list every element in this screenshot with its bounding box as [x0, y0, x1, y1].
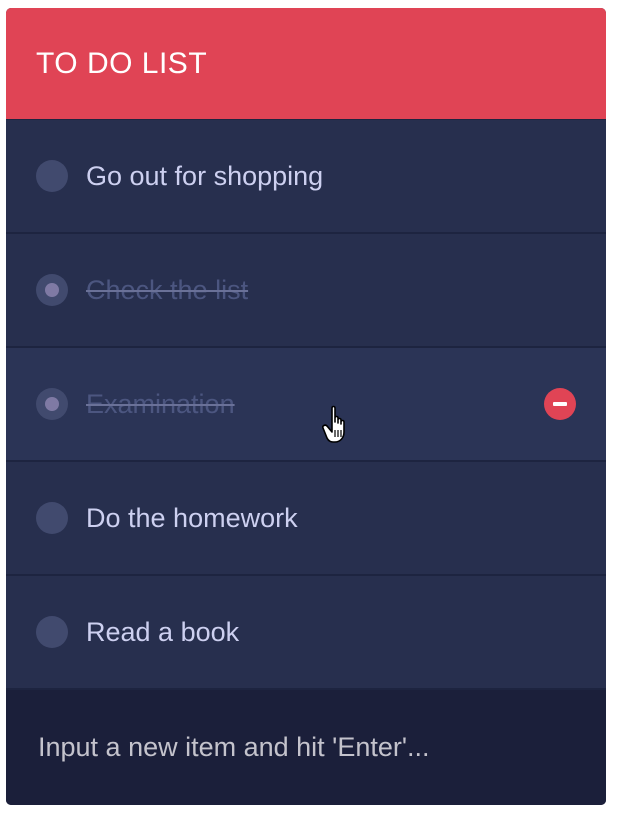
- item-label: Go out for shopping: [86, 160, 324, 191]
- header: TO DO LIST: [6, 8, 606, 120]
- todo-list: Go out for shopping Check the list Exami…: [6, 120, 606, 690]
- hand-pointer-icon: [322, 405, 345, 443]
- checkbox-icon[interactable]: [36, 616, 68, 648]
- checkbox-checked-icon[interactable]: [36, 274, 68, 306]
- new-item-input[interactable]: [36, 731, 580, 764]
- list-item[interactable]: Check the list: [6, 234, 606, 348]
- checkbox-icon[interactable]: [36, 502, 68, 534]
- item-label: Do the homework: [86, 502, 298, 533]
- todo-app: TO DO LIST Go out for shopping Check the…: [6, 8, 606, 805]
- minus-circle-icon[interactable]: [544, 388, 576, 420]
- item-label: Read a book: [86, 616, 240, 647]
- new-item-bar: [6, 690, 606, 805]
- checkbox-icon[interactable]: [36, 160, 68, 192]
- minus-bar: [553, 402, 567, 406]
- checkbox-checked-icon[interactable]: [36, 388, 68, 420]
- list-item[interactable]: Examination: [6, 348, 606, 462]
- item-label: Check the list: [86, 274, 249, 305]
- list-item[interactable]: Do the homework: [6, 462, 606, 576]
- page-title: TO DO LIST: [36, 46, 208, 80]
- list-item[interactable]: Read a book: [6, 576, 606, 690]
- item-label: Examination: [86, 388, 235, 419]
- list-item[interactable]: Go out for shopping: [6, 120, 606, 234]
